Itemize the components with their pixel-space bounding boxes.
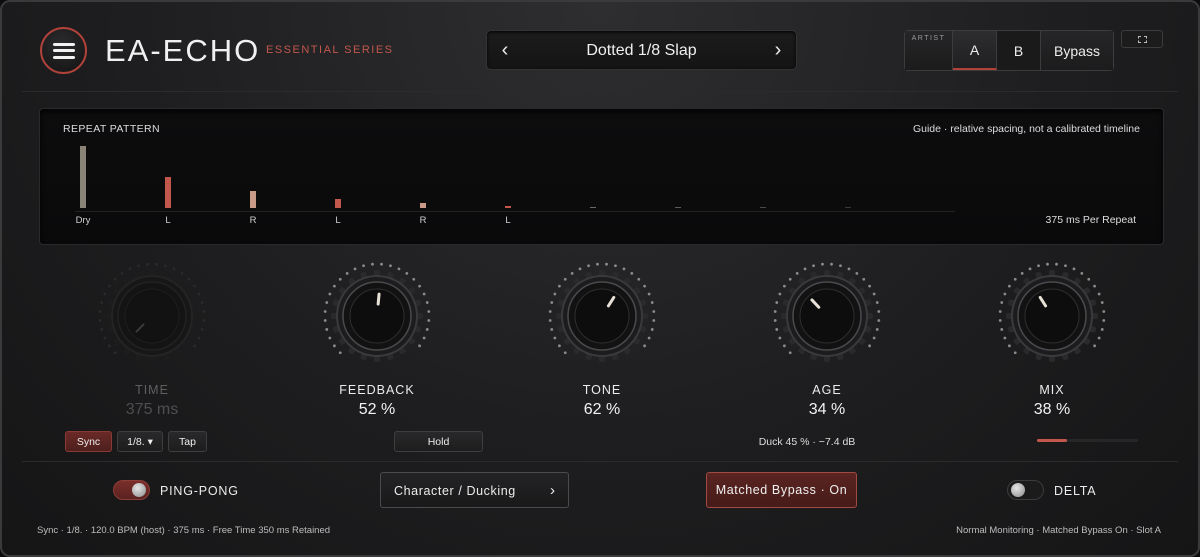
sync-button[interactable]: Sync (65, 431, 112, 452)
tone-value: 62 % (583, 401, 621, 418)
status-left: Sync · 1/8. · 120.0 BPM (host) · 375 ms … (37, 525, 331, 536)
knob-feedback: FEEDBACK 52 % (292, 258, 462, 448)
status-right: Normal Monitoring · Matched Bypass On · … (956, 525, 1161, 536)
repeat-bar (845, 207, 851, 208)
repeat-bar-label: L (335, 215, 341, 226)
tone-knob[interactable] (544, 258, 660, 374)
knob-time: TIME 375 ms (67, 258, 237, 448)
slot-a-button[interactable]: A (953, 31, 997, 70)
knob-tone: TONE 62 % (517, 258, 687, 448)
preset-name[interactable]: Dotted 1/8 Slap (527, 42, 756, 60)
repeat-bar-label: Dry (75, 215, 91, 226)
repeat-bar-label: L (165, 215, 171, 226)
preset-prev-icon[interactable]: ‹ (495, 39, 515, 62)
artist-button[interactable]: ARTIST (905, 31, 953, 70)
repeat-pattern-display: REPEAT PATTERN Guide · relative spacing,… (39, 108, 1164, 245)
ping-pong-toggle[interactable] (113, 480, 150, 500)
slot-b-button[interactable]: B (997, 31, 1041, 70)
repeat-bar-label: R (249, 215, 257, 226)
series-label: ESSENTIAL SERIES (266, 44, 394, 56)
repeat-bar (335, 199, 341, 208)
repeat-pattern-title: REPEAT PATTERN (63, 123, 161, 135)
matched-bypass-button[interactable]: Matched Bypass · On (706, 472, 857, 508)
age-label: AGE (812, 383, 842, 397)
mix-label: MIX (1039, 383, 1065, 397)
repeat-bar (250, 191, 256, 208)
repeat-bar (165, 177, 171, 208)
chevron-right-icon: › (550, 482, 555, 499)
mix-meter-fill (1037, 439, 1068, 442)
ping-pong-label: PING-PONG (160, 484, 239, 498)
repeat-bar (420, 203, 426, 208)
bypass-button[interactable]: Bypass (1041, 31, 1113, 70)
repeat-bar (675, 207, 681, 208)
divider (22, 461, 1178, 462)
mix-meter (1037, 439, 1138, 442)
repeat-pattern-guide: Guide · relative spacing, not a calibrat… (912, 123, 1140, 135)
tone-label: TONE (582, 383, 622, 397)
feedback-value: 52 % (358, 401, 396, 418)
character-ducking-label: Character / Ducking (394, 484, 516, 498)
expand-icon (1137, 35, 1147, 43)
repeat-bar (505, 206, 511, 208)
feedback-knob[interactable] (319, 258, 435, 374)
repeat-bar (80, 146, 86, 208)
ab-compare-group: ARTIST A B Bypass (904, 30, 1114, 71)
toggle-knob (132, 483, 146, 497)
age-knob[interactable] (769, 258, 885, 374)
time-label: TIME (135, 383, 169, 397)
repeat-bar (760, 207, 766, 208)
division-dropdown[interactable]: 1/8. ▾ (117, 431, 163, 452)
feedback-label: FEEDBACK (339, 383, 415, 397)
mix-value: 38 % (1033, 401, 1071, 418)
delta-toggle[interactable] (1007, 480, 1044, 500)
toggle-knob (1011, 483, 1025, 497)
repeat-bar-label: R (419, 215, 427, 226)
time-value: 375 ms (125, 401, 179, 418)
pattern-baseline (75, 211, 955, 212)
menu-icon (52, 42, 75, 59)
app-title: EA-ECHO (105, 33, 261, 68)
repeat-bar-label: L (505, 215, 511, 226)
duck-readout: Duck 45 % · −7.4 dB (758, 436, 856, 448)
repeat-bar (590, 207, 596, 208)
preset-selector: ‹ Dotted 1/8 Slap › (486, 30, 797, 70)
mix-knob[interactable] (994, 258, 1110, 374)
plugin-window: EA-ECHO ESSENTIAL SERIES ‹ Dotted 1/8 Sl… (0, 0, 1200, 557)
knob-age: AGE 34 % (742, 258, 912, 448)
hold-button[interactable]: Hold (394, 431, 483, 452)
tap-button[interactable]: Tap (168, 431, 207, 452)
divider (22, 91, 1178, 92)
expand-button[interactable] (1121, 30, 1163, 48)
delta-label: DELTA (1054, 484, 1097, 498)
knob-mix: MIX 38 % (967, 258, 1137, 448)
menu-button[interactable] (40, 27, 87, 74)
age-value: 34 % (808, 401, 846, 418)
per-repeat-label: 375 ms Per Repeat (1045, 214, 1136, 226)
time-knob[interactable] (94, 258, 210, 374)
character-ducking-button[interactable]: Character / Ducking › (380, 472, 569, 508)
preset-next-icon[interactable]: › (768, 39, 788, 62)
